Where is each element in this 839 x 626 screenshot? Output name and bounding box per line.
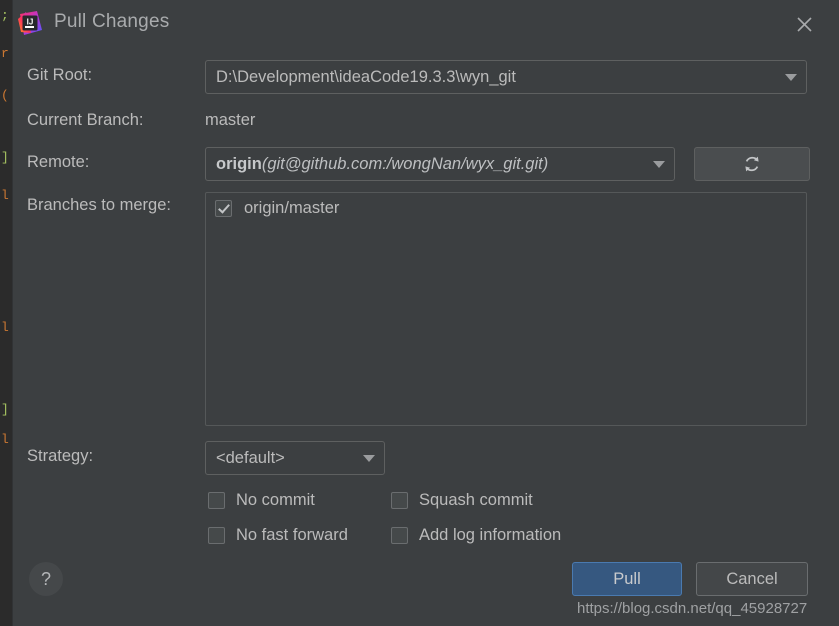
git-root-label: Git Root: <box>27 66 93 84</box>
chevron-down-icon <box>644 160 674 168</box>
current-branch-value: master <box>205 111 256 129</box>
help-button[interactable]: ? <box>29 562 63 596</box>
branches-list[interactable]: origin/master <box>205 192 807 426</box>
background-editor-sliver: ; r (] l l] l <box>0 0 12 626</box>
chevron-down-icon <box>354 454 384 462</box>
close-icon[interactable] <box>790 10 818 38</box>
watermark-text: https://blog.csdn.net/qq_45928727 <box>577 600 808 617</box>
squash-commit-label: Squash commit <box>419 491 533 509</box>
pull-button[interactable]: Pull <box>572 562 682 596</box>
add-log-information-label: Add log information <box>419 526 562 544</box>
editor-text-fragment: ; <box>1 8 9 23</box>
editor-text-fragment: l <box>1 188 9 203</box>
strategy-value: <default> <box>216 448 285 467</box>
editor-text-fragment: ] <box>1 150 9 165</box>
no-fast-forward-label: No fast forward <box>236 526 348 544</box>
cancel-button[interactable]: Cancel <box>696 562 808 596</box>
no-commit-label: No commit <box>236 491 315 509</box>
squash-commit-checkbox[interactable] <box>391 492 408 509</box>
dialog-title: Pull Changes <box>54 11 170 32</box>
editor-text-fragment: r <box>1 46 9 61</box>
pull-changes-dialog: IJ Pull Changes Git Root: D:\Development… <box>12 0 839 626</box>
git-root-value: D:\Development\ideaCode19.3.3\wyn_git <box>216 67 516 86</box>
current-branch-label: Current Branch: <box>27 111 144 129</box>
branch-checkbox[interactable] <box>215 199 232 217</box>
no-commit-checkbox[interactable] <box>208 492 225 509</box>
dialog-title-bar: IJ Pull Changes <box>13 0 839 52</box>
option-no-fast-forward[interactable]: No fast forward <box>208 526 348 545</box>
option-add-log-information[interactable]: Add log information <box>391 526 561 545</box>
chevron-down-icon <box>776 73 806 81</box>
option-no-commit[interactable]: No commit <box>208 491 315 510</box>
remote-url: (git@github.com:/wongNan/wyx_git.git) <box>261 154 549 173</box>
git-root-combo[interactable]: D:\Development\ideaCode19.3.3\wyn_git <box>205 60 807 94</box>
editor-text-fragment: l <box>1 432 9 447</box>
add-log-information-checkbox[interactable] <box>391 527 408 544</box>
svg-text:IJ: IJ <box>27 18 34 27</box>
remote-combo[interactable]: origin(git@github.com:/wongNan/wyx_git.g… <box>205 147 675 181</box>
no-fast-forward-checkbox[interactable] <box>208 527 225 544</box>
strategy-label: Strategy: <box>27 447 94 465</box>
list-item[interactable]: origin/master <box>206 193 806 223</box>
branches-to-merge-label: Branches to merge: <box>27 196 171 214</box>
remote-label: Remote: <box>27 153 90 171</box>
intellij-idea-logo-icon: IJ <box>17 10 43 36</box>
branch-label: origin/master <box>244 198 340 217</box>
refresh-remotes-button[interactable] <box>694 147 810 181</box>
editor-text-fragment: ] <box>1 402 9 417</box>
editor-text-fragment: ( <box>1 88 9 103</box>
strategy-combo[interactable]: <default> <box>205 441 385 475</box>
remote-value: origin(git@github.com:/wongNan/wyx_git.g… <box>206 155 644 174</box>
editor-text-fragment: l <box>1 320 9 335</box>
remote-name: origin <box>216 154 262 173</box>
refresh-icon <box>745 156 759 172</box>
option-squash-commit[interactable]: Squash commit <box>391 491 533 510</box>
